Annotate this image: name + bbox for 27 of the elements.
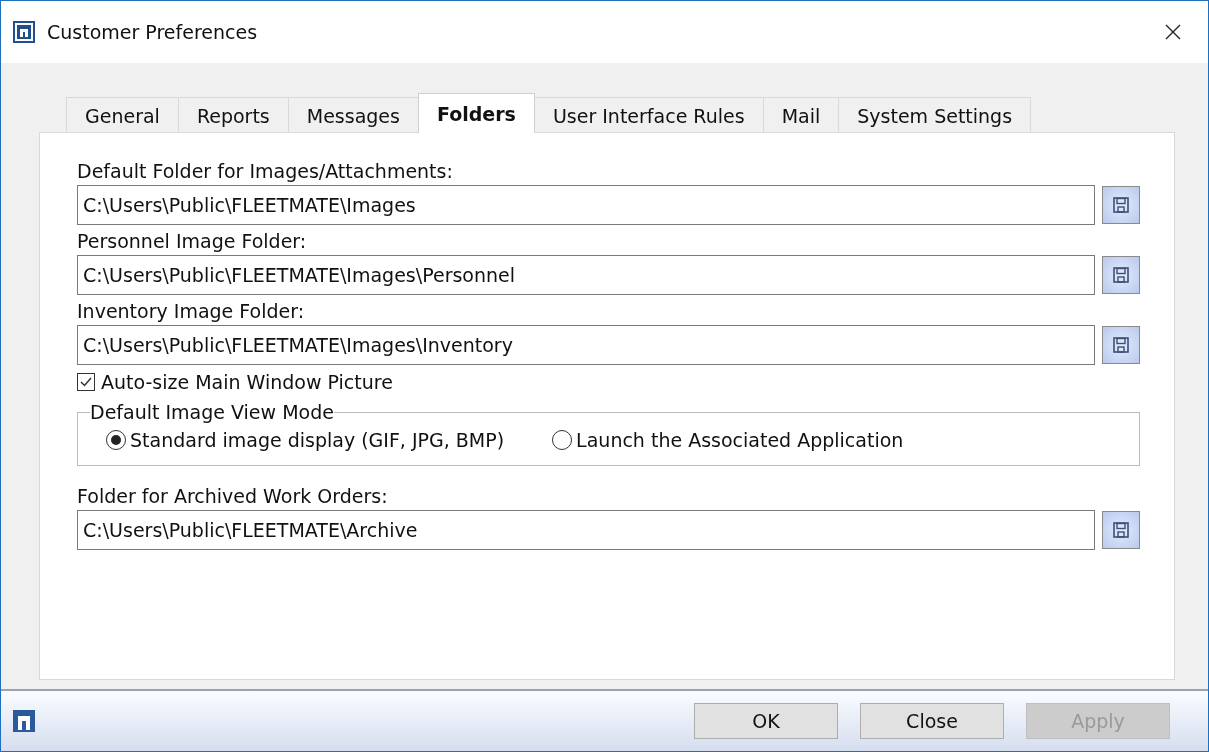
dialog-button[interactable]: OK: [694, 703, 838, 739]
radio-button[interactable]: [106, 430, 126, 450]
folder-path-field[interactable]: C:\Users\Public\FLEETMATE\Images: [77, 185, 1095, 225]
checkbox[interactable]: [77, 373, 95, 391]
window-title: Customer Preferences: [47, 21, 259, 43]
dialog-button[interactable]: Close: [860, 703, 1004, 739]
checkbox-label: Auto-size Main Window Picture: [101, 371, 393, 393]
folder-path-field[interactable]: C:\Users\Public\FLEETMATE\Images\Personnel: [77, 255, 1095, 295]
app-logo-icon: [13, 21, 35, 43]
folder-path-field[interactable]: C:\Users\Public\FLEETMATE\Images\Inventory: [77, 325, 1095, 365]
tab[interactable]: Folders: [417, 93, 535, 133]
group-title: Default Image View Mode: [90, 401, 334, 423]
field-label: Default Folder for Images/Attachments:: [77, 159, 454, 183]
tab[interactable]: System Settings: [838, 97, 1032, 133]
field-label: Personnel Image Folder:: [77, 229, 308, 253]
browse-button[interactable]: [1102, 186, 1140, 224]
browse-button[interactable]: [1102, 256, 1140, 294]
field-label: Folder for Archived Work Orders:: [77, 484, 389, 508]
folder-path-field[interactable]: C:\Users\Public\FLEETMATE\Archive: [77, 510, 1095, 550]
browse-button[interactable]: [1102, 511, 1140, 549]
radio-label: Standard image display (GIF, JPG, BMP): [130, 429, 505, 451]
browse-button[interactable]: [1102, 326, 1140, 364]
radio-button[interactable]: [552, 430, 573, 450]
app-logo-icon: [13, 710, 35, 732]
field-label: Inventory Image Folder:: [77, 299, 306, 323]
radio-label: Launch the Associated Application: [576, 429, 904, 451]
tab[interactable]: General: [66, 97, 179, 133]
